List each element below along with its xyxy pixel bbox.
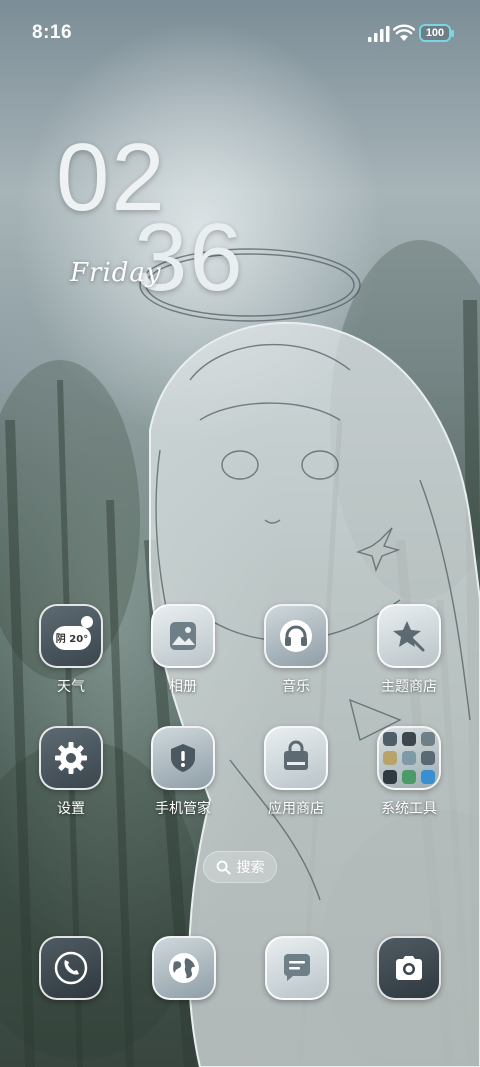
app-label: 系统工具 (381, 801, 437, 817)
shield-icon[interactable] (151, 726, 215, 790)
weather-temp: 阴 20° (55, 634, 89, 645)
app-phone-manager[interactable]: 手机管家 (133, 726, 233, 818)
app-label: 天气 (57, 679, 85, 695)
search-icon (216, 860, 231, 875)
shopping-bag-icon[interactable] (264, 726, 328, 790)
app-label: 相册 (169, 679, 197, 695)
app-gallery[interactable]: 相册 (133, 604, 233, 696)
dock-messages[interactable] (265, 936, 329, 1000)
camera-icon (396, 956, 422, 980)
app-label: 设置 (57, 801, 85, 817)
dock-camera[interactable] (377, 936, 441, 1000)
phone-icon (54, 951, 88, 985)
app-weather[interactable]: 阴 20° 天气 (21, 604, 121, 696)
status-time: 8:16 (32, 22, 73, 43)
app-settings[interactable]: 设置 (21, 726, 121, 818)
folder-icon[interactable] (377, 726, 441, 790)
theme-star-icon[interactable] (377, 604, 441, 668)
status-bar: 8:16 100 (0, 0, 480, 68)
search-label: 搜索 (236, 860, 265, 876)
globe-icon (169, 953, 199, 983)
weather-icon[interactable]: 阴 20° (39, 604, 103, 668)
gallery-icon[interactable] (151, 604, 215, 668)
headphones-icon[interactable] (264, 604, 328, 668)
app-label: 主题商店 (381, 679, 437, 695)
battery-indicator: 100 (419, 24, 454, 42)
dock-browser[interactable] (152, 936, 216, 1000)
app-label: 应用商店 (268, 801, 324, 817)
gear-icon[interactable] (39, 726, 103, 790)
clock-day: Friday (70, 258, 162, 288)
folder-preview-grid (383, 732, 435, 784)
app-label: 手机管家 (155, 801, 211, 817)
dock-phone[interactable] (39, 936, 103, 1000)
app-store[interactable]: 应用商店 (246, 726, 346, 818)
battery-level: 100 (425, 27, 445, 39)
app-theme-store[interactable]: 主题商店 (359, 604, 459, 696)
wifi-icon (393, 24, 415, 41)
search-button[interactable]: 搜索 (203, 851, 277, 883)
app-music[interactable]: 音乐 (246, 604, 346, 696)
app-label: 音乐 (282, 679, 310, 695)
folder-system-tools[interactable]: 系统工具 (359, 726, 459, 818)
message-icon (283, 954, 310, 981)
signal-icon (368, 26, 390, 42)
